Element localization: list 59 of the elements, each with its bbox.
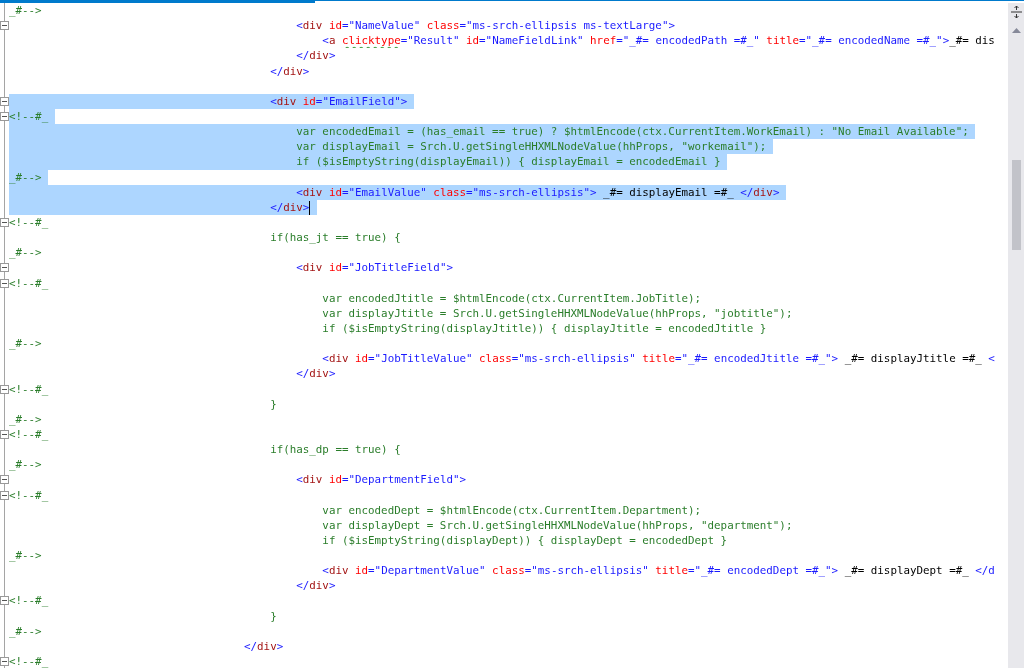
code-line: _#--> (9, 336, 42, 352)
code-line: <!--#_ (9, 487, 49, 503)
code-line: _#--> (9, 245, 42, 261)
code-line: <div id="JobTitleField"> (296, 260, 453, 276)
code-line: var displayJtitle = Srch.U.getSingleHHXMLNodeValue(hhProps, "jobtitle"); (322, 305, 793, 321)
code-line: _#--> (9, 623, 42, 639)
code-line: var displayDept = Srch.U.getSingleHHXMLNodeValue(hhProps, "department"); (322, 517, 793, 533)
collapse-icon[interactable] (0, 278, 9, 288)
code-line: <a clicktype="Result" id="NameFieldLink" href="_#= encodedPath =#_" title="_#= encodedName =#_">_#= dis (322, 33, 995, 49)
collapse-icon[interactable] (0, 596, 9, 606)
code-line: <div id="NameValue" class="ms-srch-ellipsis ms-textLarge"> (296, 18, 675, 34)
code-line: <!--#_ (9, 381, 49, 397)
code-line: var encodedEmail = (has_email == true) ? $htmlEncode(ctx.CurrentItem.WorkEmail) : "No Email Available"; (296, 124, 969, 140)
code-line: <!--#_ (9, 214, 49, 231)
code-line: if ($isEmptyString(displayJtitle)) { displayJtitle = encodedJtitle } (322, 320, 767, 337)
collapse-icon[interactable] (0, 21, 9, 31)
collapse-icon[interactable] (0, 429, 9, 439)
collapse-icon[interactable] (0, 657, 9, 667)
code-line: } (270, 608, 277, 624)
code-line: if ($isEmptyString(displayEmail)) { displayEmail = encodedEmail } (296, 154, 721, 170)
collapse-icon[interactable] (0, 112, 9, 121)
code-line: <div id="EmailValue" class="ms-srch-ellipsis"> _#= displayEmail =#_ </div> (296, 184, 780, 200)
code-line: <!--#_ (9, 654, 49, 668)
code-line: </div> (296, 578, 336, 594)
code-line: _#--> (9, 457, 42, 473)
collapse-icon[interactable] (0, 475, 9, 485)
code-line: _#--> (9, 411, 42, 427)
code-line: <div id="JobTitleValue" class="ms-srch-ellipsis" title="_#= encodedJtitle =#_"> _#= displayJtitle =#_ < (322, 351, 995, 367)
code-line: } (270, 396, 277, 412)
scroll-up-icon[interactable] (1011, 28, 1021, 33)
code-line: <div id="DepartmentField"> (296, 472, 466, 488)
code-line: <div id="DepartmentValue" class="ms-srch-ellipsis" title="_#= encodedDept =#_"> _#= displayDept =#_ </d (322, 563, 995, 579)
code-line: </div> (244, 638, 284, 655)
scrollbar-thumb[interactable] (1011, 160, 1021, 250)
code-line: var encodedDept = $htmlEncode(ctx.CurrentItem.Department); (322, 502, 701, 518)
code-line: <!--#_ (9, 426, 49, 443)
code-line: </div> (296, 48, 336, 64)
vertical-scrollbar[interactable] (1008, 3, 1024, 668)
code-line: if(has_jt == true) { (270, 230, 401, 246)
collapse-icon[interactable] (0, 384, 9, 394)
collapse-icon[interactable] (0, 96, 9, 106)
code-line: </div> (270, 63, 310, 79)
code-line: <div id="EmailField"> (270, 93, 408, 109)
code-line: _#--> (9, 548, 42, 564)
code-line: <!--#_ (9, 109, 49, 125)
code-line: <!--#_ (9, 275, 49, 291)
code-line: </div> (270, 199, 310, 215)
collapse-icon[interactable] (0, 217, 9, 227)
code-line: _#--> (9, 3, 42, 19)
code-line: </div> (296, 366, 336, 382)
code-line: if ($isEmptyString(displayDept)) { displayDept = encodedDept } (322, 532, 728, 549)
code-line: var encodedJtitle = $htmlEncode(ctx.CurrentItem.JobTitle); (322, 290, 701, 306)
split-handle-icon[interactable] (1010, 6, 1022, 18)
code-line: _#--> (9, 169, 42, 185)
code-line: var displayEmail = Srch.U.getSingleHHXMLNodeValue(hhProps, "workemail"); (296, 139, 767, 155)
collapse-icon[interactable] (0, 263, 9, 273)
collapse-icon[interactable] (0, 490, 9, 500)
code-line: <!--#_ (9, 593, 49, 609)
code-line: if(has_dp == true) { (270, 442, 401, 458)
